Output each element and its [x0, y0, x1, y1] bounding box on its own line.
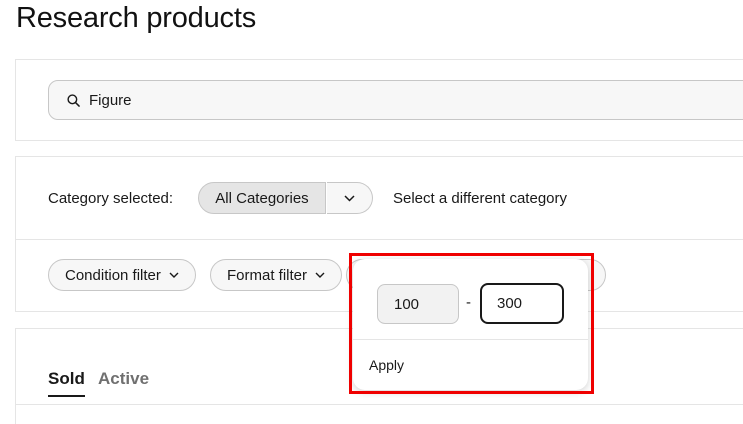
price-range-popup: - Apply [353, 259, 588, 390]
condition-filter-label: Condition filter [65, 266, 161, 284]
popup-divider [353, 339, 588, 340]
chevron-down-icon [344, 194, 355, 202]
research-products-page: Research products Figure Category select… [0, 0, 743, 424]
format-filter-label: Format filter [227, 266, 308, 284]
select-different-category-link[interactable]: Select a different category [393, 190, 567, 207]
filters-divider [16, 239, 743, 240]
search-icon [67, 94, 80, 107]
results-divider [16, 404, 743, 405]
tab-sold[interactable]: Sold [48, 369, 85, 397]
condition-filter-button[interactable]: Condition filter [48, 259, 196, 291]
max-price-input[interactable] [480, 283, 564, 324]
min-price-input[interactable] [377, 284, 459, 324]
price-range-separator: - [466, 294, 471, 311]
search-input[interactable]: Figure [48, 80, 743, 120]
search-card: Figure [15, 59, 743, 141]
chevron-down-icon [169, 272, 179, 278]
tab-active[interactable]: Active [98, 369, 149, 389]
chevron-down-icon [315, 272, 325, 278]
category-label: Category selected: [48, 190, 174, 207]
search-value: Figure [89, 92, 132, 109]
format-filter-button[interactable]: Format filter [210, 259, 343, 291]
category-selected-button[interactable]: All Categories [198, 182, 326, 214]
page-title: Research products [16, 2, 256, 34]
apply-button[interactable]: Apply [369, 357, 404, 373]
category-dropdown-button[interactable] [327, 182, 373, 214]
